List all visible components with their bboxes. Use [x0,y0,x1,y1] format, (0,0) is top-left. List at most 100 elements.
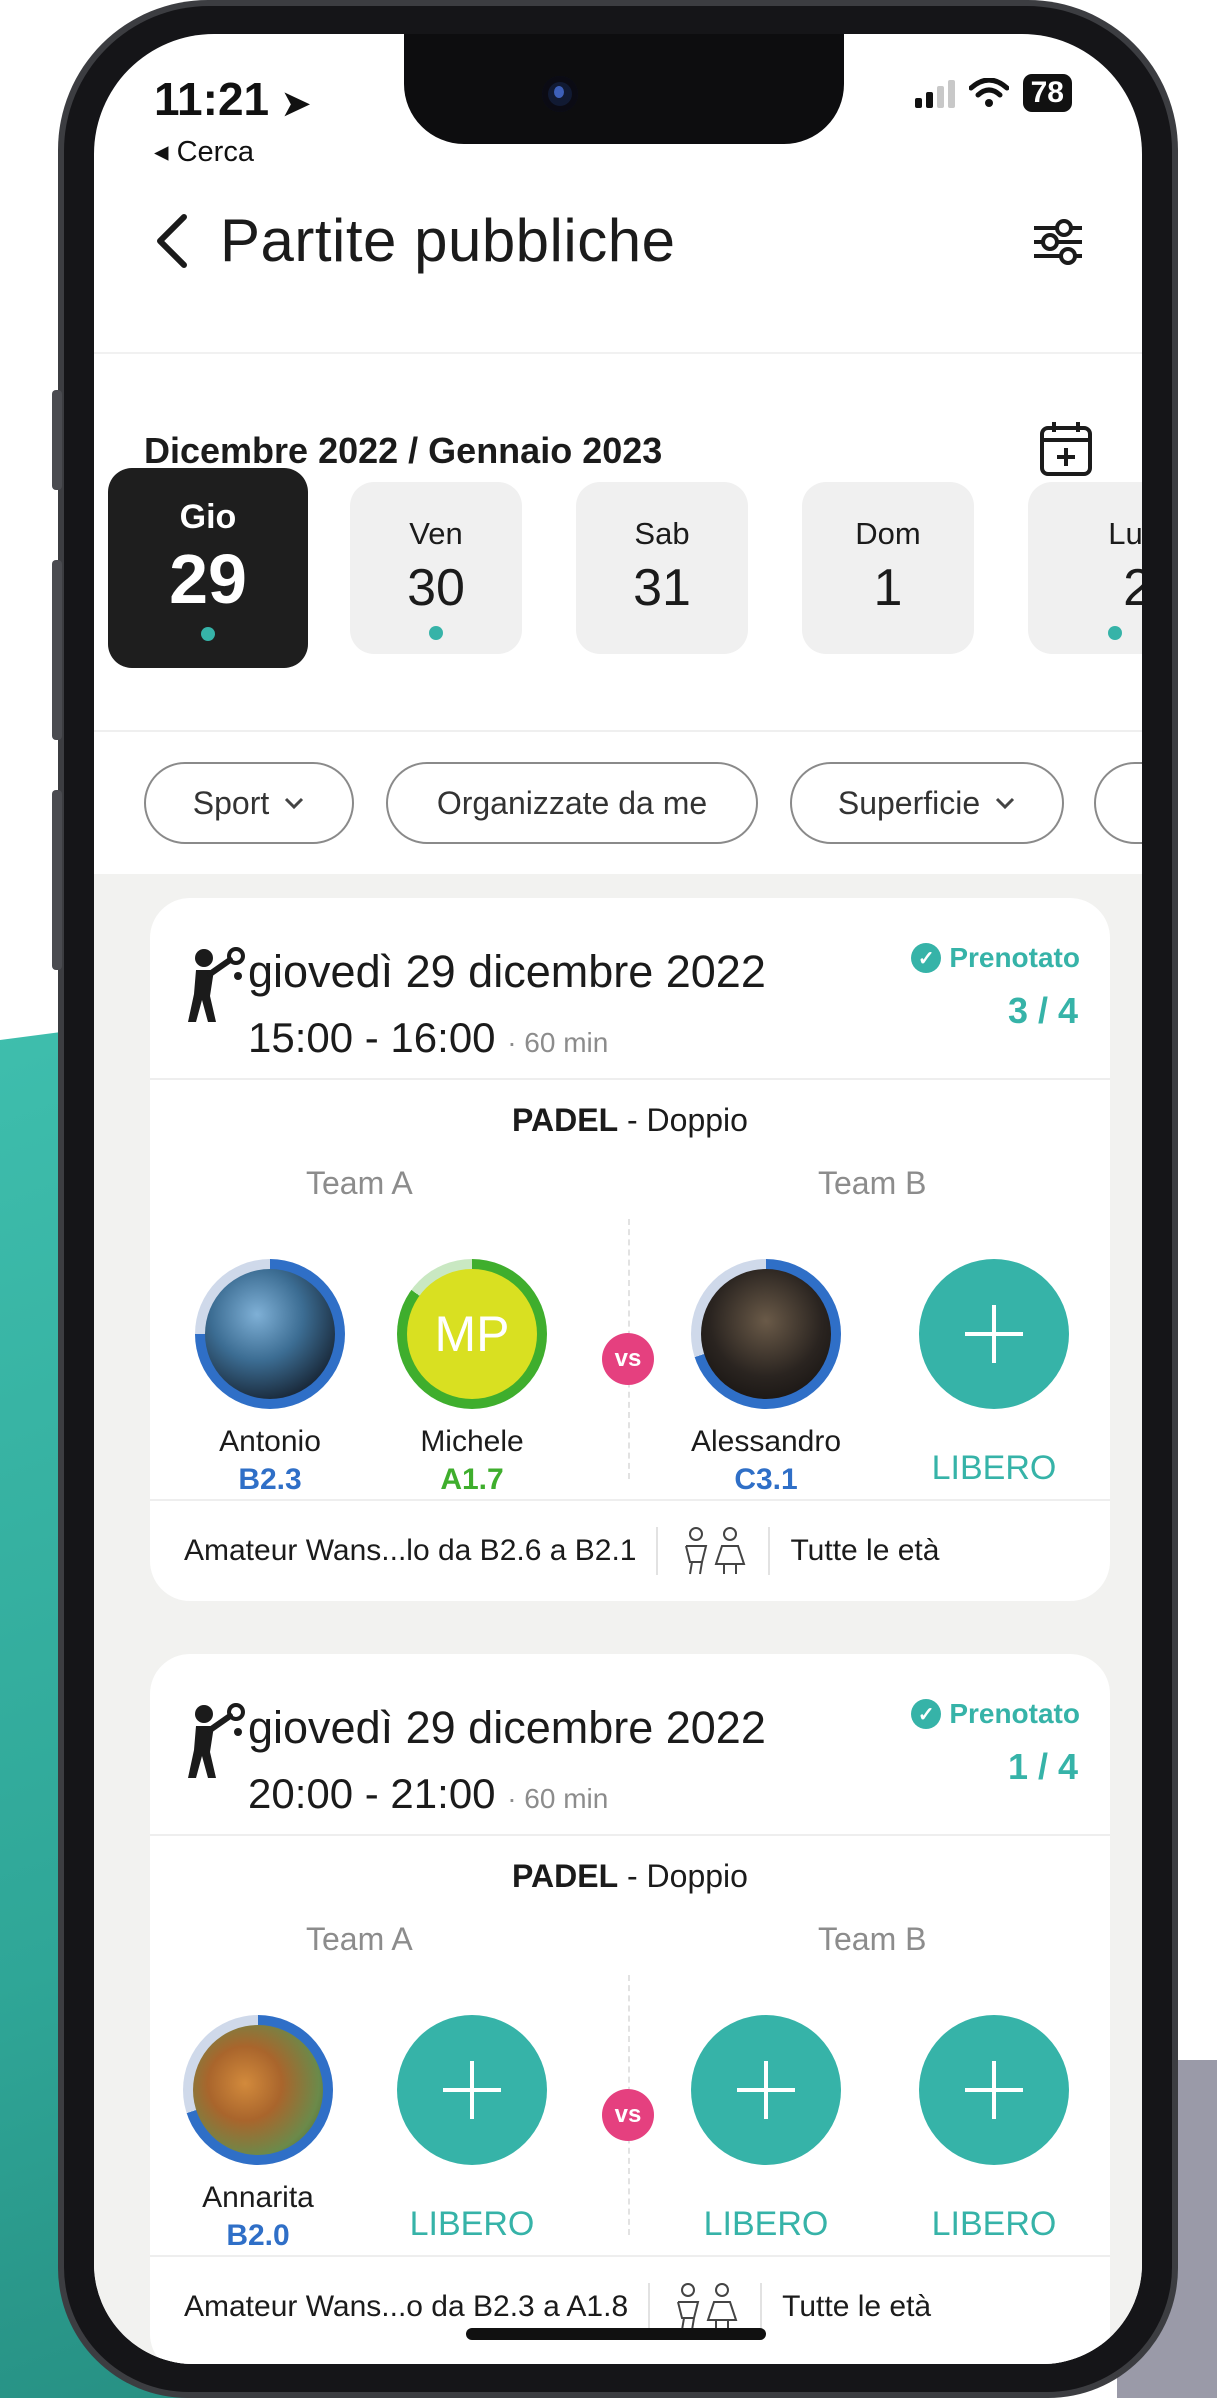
add-player-button[interactable] [919,2015,1069,2165]
vs-badge: vs [602,2089,654,2141]
free-slot-button[interactable]: LIBERO [894,2015,1094,2244]
divider [150,1834,1110,1836]
wifi-icon [968,78,1009,107]
back-to-app-link[interactable]: ◂ Cerca [154,134,254,169]
status-badge: ✓ Prenotato [911,942,1080,974]
player-level: B2.3 [238,1463,302,1496]
free-slot-button[interactable]: LIBERO [666,2015,866,2244]
chevron-left-icon[interactable] [152,209,192,283]
avatar-initials: MP [407,1269,537,1399]
page-title: Partite pubbliche [220,207,676,274]
vs-badge: vs [602,1333,654,1385]
player-level: A1.7 [440,1463,504,1496]
side-button [52,390,62,490]
match-category: Amateur Wans...lo da B2.6 a B2.1 [184,1534,637,1567]
padel-player-icon [188,947,245,1022]
match-time: 15:00 - 16:00 · 60 min [248,1014,609,1061]
player-slot[interactable]: MP Michele A1.7 [372,1259,572,1497]
day-number: 2 [1123,559,1142,617]
divider [150,1078,1110,1080]
teams-section: Team A Team B vs Annarita B2.0 LIBERO LI… [150,1895,1110,2255]
card-header: giovedì 29 dicembre 2022 20:00 - 21:00 ·… [150,1654,1110,1834]
volume-down-button [52,790,62,970]
chip-label: Superficie [837,784,981,821]
match-date: giovedì 29 dicembre 2022 [248,946,766,997]
day-name: Dom [855,516,921,551]
divider [94,352,1142,354]
free-slot-label: LIBERO [409,2205,535,2243]
player-name: Alessandro [690,1425,842,1458]
day-button-29[interactable]: Gio 29 [108,468,308,668]
match-dot [201,627,215,641]
day-button-2[interactable]: Lun 2 [1028,482,1142,654]
match-category: Amateur Wans...o da B2.3 a A1.8 [184,2290,629,2323]
avatar [691,1259,841,1409]
plus-icon [443,2061,501,2119]
plus-icon [965,1305,1023,1363]
avatar: MP [397,1259,547,1409]
day-button-1[interactable]: Dom 1 [802,482,974,654]
signal-icon [914,78,955,108]
match-dot [1108,626,1122,640]
volume-up-button [52,560,62,740]
player-level: B2.0 [226,2219,290,2252]
check-icon: ✓ [911,943,942,973]
status-badge: ✓ Prenotato [911,1698,1080,1730]
player-name: Michele [420,1425,524,1458]
match-card[interactable]: giovedì 29 dicembre 2022 15:00 - 16:00 ·… [150,898,1110,1601]
more-filter-chip[interactable] [1094,762,1142,844]
match-dot [429,626,443,640]
add-player-button[interactable] [691,2015,841,2165]
player-slot[interactable]: Annarita B2.0 [158,2015,358,2253]
camera-icon [542,76,578,112]
free-slot-button[interactable]: LIBERO [894,1259,1094,1488]
match-type: PADEL - Doppio [512,1858,748,1894]
add-player-button[interactable] [397,2015,547,2165]
battery-indicator: 78 [1022,74,1072,112]
player-slot[interactable]: Alessandro C3.1 [666,1259,866,1497]
free-slot-button[interactable]: LIBERO [372,2015,572,2244]
day-button-30[interactable]: Ven 30 [350,482,522,654]
day-number: 30 [407,559,465,617]
chip-label: Organizzate da me [436,784,708,821]
card-footer: Amateur Wans...lo da B2.6 a B2.1 Tutte l… [150,1501,1110,1601]
home-indicator[interactable] [466,2328,766,2340]
day-name: Ven [409,516,463,551]
player-name: Antonio [219,1425,321,1458]
match-card[interactable]: giovedì 29 dicembre 2022 20:00 - 21:00 ·… [150,1654,1110,2364]
match-type: PADEL - Doppio [512,1102,748,1138]
surface-filter-chip[interactable]: Superficie [790,762,1064,844]
day-name: Lun [1108,516,1142,551]
sport-filter-chip[interactable]: Sport [144,762,354,844]
teams-section: Team A Team B vs Antonio B2.3 MP Michele… [150,1139,1110,1499]
mixed-gender-icon [677,2283,738,2331]
age-range: Tutte le età [790,1534,940,1567]
organized-by-me-chip[interactable]: Organizzate da me [386,762,758,844]
day-number: 1 [873,559,903,617]
status-icons: 78 [914,74,1072,112]
match-date: giovedì 29 dicembre 2022 [248,1702,766,1753]
sliders-icon[interactable] [1030,214,1086,270]
slots-count: 3 / 4 [1007,990,1078,1031]
player-slot[interactable]: Antonio B2.3 [170,1259,370,1497]
month-label: Dicembre 2022 / Gennaio 2023 [144,430,663,471]
mixed-gender-icon [685,1527,746,1575]
avatar [195,1259,345,1409]
filter-chips: Sport Organizzate da me Superficie [144,762,1142,844]
slots-count: 1 / 4 [1007,1746,1078,1787]
team-a-label: Team A [306,1921,413,1957]
match-list: giovedì 29 dicembre 2022 15:00 - 16:00 ·… [94,874,1142,2364]
app-screen: 11:21 ➤ ◂ Cerca 78 Partite pubbliche Dic… [94,34,1142,2364]
divider [768,1527,771,1575]
add-player-button[interactable] [919,1259,1069,1409]
card-footer: Amateur Wans...o da B2.3 a A1.8 Tutte le… [150,2257,1110,2357]
location-arrow-icon: ➤ [281,85,311,123]
day-button-31[interactable]: Sab 31 [576,482,748,654]
player-level: C3.1 [734,1463,798,1496]
free-slot-label: LIBERO [703,2205,829,2243]
age-range: Tutte le età [782,2290,932,2323]
divider [648,2283,651,2331]
phone-frame: 11:21 ➤ ◂ Cerca 78 Partite pubbliche Dic… [52,0,1178,2398]
calendar-add-icon[interactable] [1038,418,1094,478]
day-name: Sab [634,516,690,551]
